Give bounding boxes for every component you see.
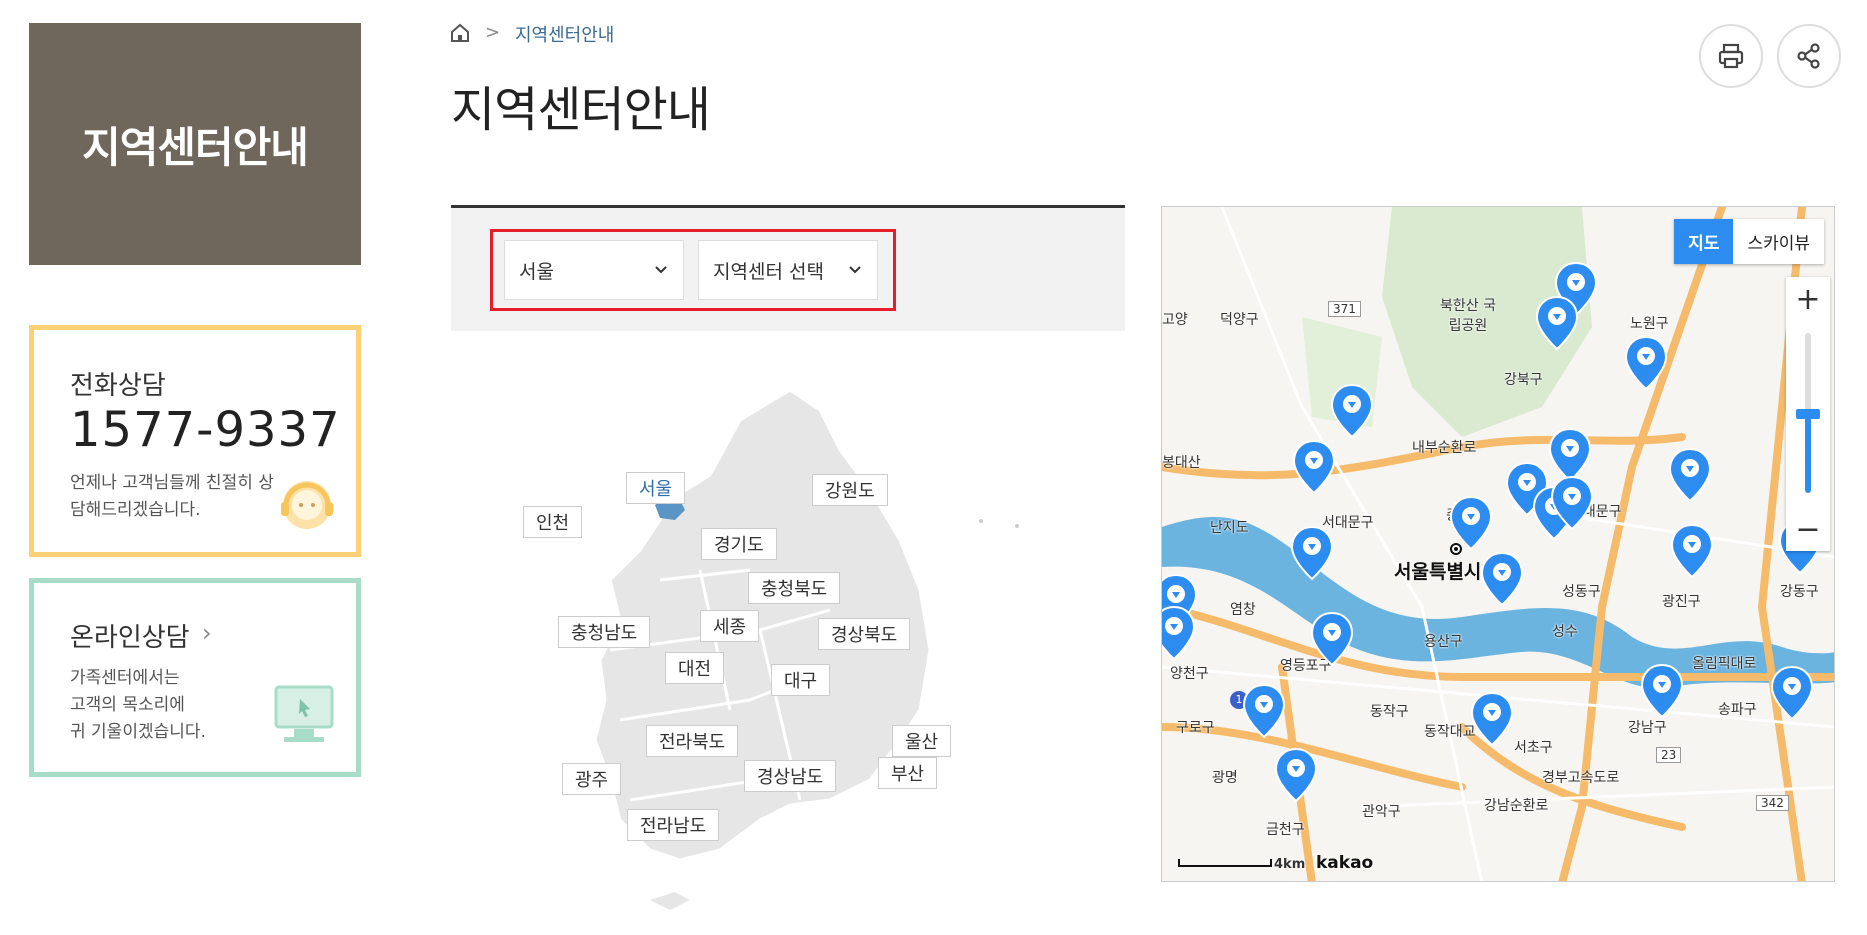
region-label-gyeongnam[interactable]: 경상남도 [744, 760, 837, 792]
online-consult-box[interactable]: 온라인상담 › 가족센터에서는 고객의 목소리에 귀 기울이겠습니다. [29, 578, 361, 777]
map-type-toggle: 지도 스카이뷰 [1674, 219, 1824, 264]
zoom-slider-handle[interactable] [1796, 409, 1820, 419]
phone-consult-description: 언제나 고객님들께 친절히 상담해드리겠습니다. [70, 473, 274, 520]
region-label-gwangju[interactable]: 광주 [562, 763, 622, 795]
center-marker-icon [1625, 336, 1667, 390]
region-label-seoul[interactable]: 서울 [626, 472, 686, 504]
breadcrumb-separator: > [485, 22, 501, 43]
region-label-gangwon[interactable]: 강원도 [812, 474, 888, 506]
region-label-gyeonggi[interactable]: 경기도 [701, 528, 777, 560]
center-marker-icon [1331, 384, 1373, 438]
center-marker-icon [1291, 526, 1333, 580]
region-label-ulsan[interactable]: 울산 [892, 725, 952, 757]
breadcrumb-current[interactable]: 지역센터안내 [515, 21, 614, 47]
share-button[interactable] [1777, 24, 1841, 88]
phone-number[interactable]: 1577-9337 [70, 402, 341, 458]
korea-map-shape [593, 388, 1019, 910]
phone-consult-box: 전화상담 1577-9337 언제나 고객님들께 친절히 상담해드리겠습니다. [29, 325, 361, 557]
center-marker-icon [1243, 684, 1285, 738]
chevron-down-icon [849, 266, 861, 274]
center-marker-icon [1311, 612, 1353, 666]
zoom-control: + − [1786, 277, 1830, 551]
page-title: 지역센터안내 [451, 82, 711, 138]
region-label-busan[interactable]: 부산 [878, 757, 938, 789]
region-label-gyeongbuk[interactable]: 경상북도 [818, 618, 911, 650]
korea-region-map[interactable]: 서울 인천 강원도 경기도 충청북도 충청남도 세종 경상북도 대전 대구 전라… [500, 380, 1040, 920]
kakao-map[interactable]: 북한산 국립공원 고양 덕양구 강북구 노원구 봉대산 서대문구 종로구 동대문… [1161, 206, 1835, 882]
phone-consult-label: 전화상담 [70, 371, 166, 401]
center-marker-icon [1669, 448, 1711, 502]
map-type-skyview-button[interactable]: 스카이뷰 [1733, 219, 1824, 264]
sidebar-title: 지역센터안내 [29, 23, 361, 265]
region-select[interactable]: 서울 [504, 240, 684, 300]
kakao-logo[interactable]: kakao [1316, 853, 1373, 873]
center-marker-icon [1293, 440, 1335, 494]
region-label-daejeon[interactable]: 대전 [665, 652, 725, 684]
region-label-jeonnam[interactable]: 전라남도 [627, 809, 720, 841]
center-marker-icon [1450, 496, 1492, 550]
map-scale-bar [1178, 859, 1272, 867]
center-marker-icon [1162, 606, 1195, 660]
center-marker-icon [1641, 664, 1683, 718]
center-marker-icon [1275, 748, 1317, 802]
online-consult-description: 가족센터에서는 고객의 목소리에 귀 기울이겠습니다. [70, 668, 206, 742]
region-label-chungbuk[interactable]: 충청북도 [748, 572, 841, 604]
print-button[interactable] [1699, 24, 1763, 88]
center-marker-icon [1481, 552, 1523, 606]
region-label-jeonbuk[interactable]: 전라북도 [646, 725, 739, 757]
region-label-daegu[interactable]: 대구 [771, 664, 831, 696]
print-icon [1718, 43, 1744, 69]
zoom-in-button[interactable]: + [1786, 277, 1830, 321]
home-icon[interactable] [449, 22, 471, 44]
share-icon [1797, 43, 1820, 69]
center-marker-icon [1471, 692, 1513, 746]
chevron-down-icon [655, 266, 667, 274]
map-scale-label: 4km [1274, 857, 1306, 872]
center-markers[interactable] [1162, 207, 1835, 882]
region-label-incheon[interactable]: 인천 [523, 506, 583, 538]
map-type-map-button[interactable]: 지도 [1674, 219, 1734, 264]
chevron-right-icon: › [202, 619, 212, 647]
region-label-sejong[interactable]: 세종 [700, 610, 760, 642]
center-marker-icon [1536, 296, 1578, 350]
center-select[interactable]: 지역센터 선택 [698, 240, 878, 300]
center-marker-icon [1671, 524, 1713, 578]
monitor-icon [274, 685, 334, 742]
headset-icon [281, 481, 333, 529]
zoom-slider-fill [1805, 417, 1811, 493]
zoom-out-button[interactable]: − [1786, 507, 1830, 551]
center-marker-icon [1771, 666, 1813, 720]
region-label-chungnam[interactable]: 충청남도 [558, 616, 651, 648]
online-consult-label[interactable]: 온라인상담 [70, 617, 190, 654]
center-marker-icon [1549, 428, 1591, 482]
